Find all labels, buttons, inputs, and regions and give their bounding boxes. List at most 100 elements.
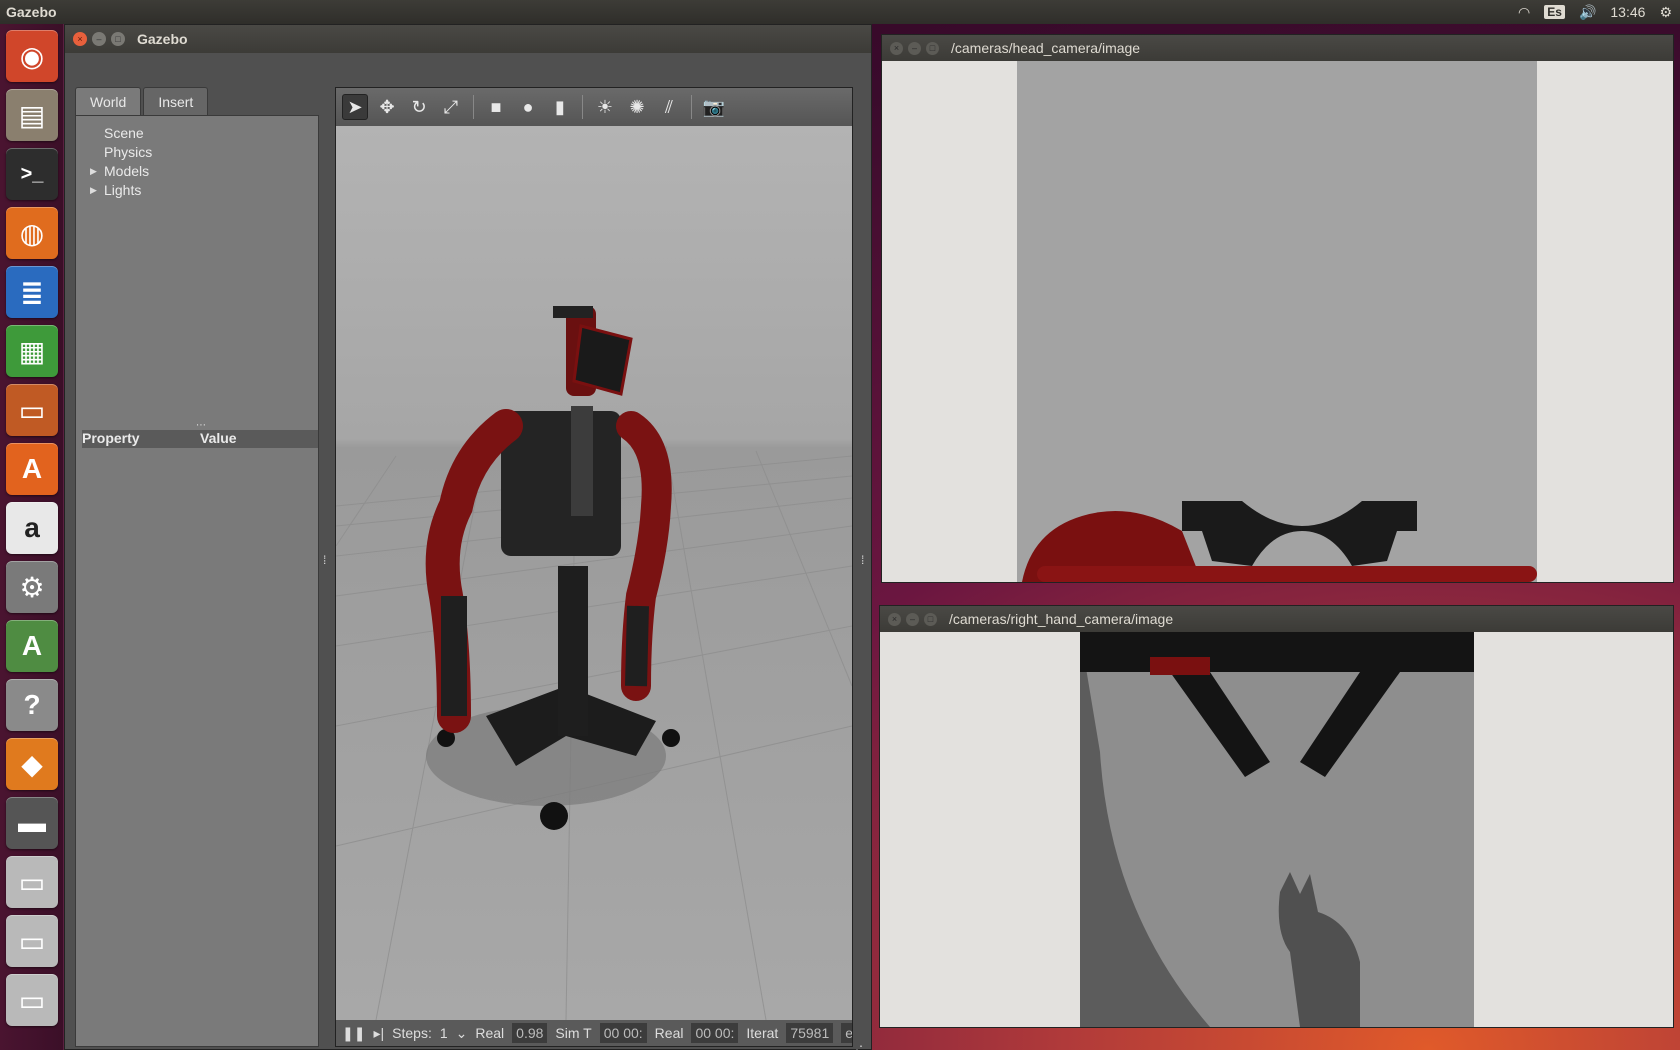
directional-light-icon[interactable]: ⫽ — [656, 94, 682, 120]
head-camera-titlebar[interactable]: × – □ /cameras/head_camera/image — [882, 35, 1673, 61]
toolbar-separator — [691, 95, 692, 119]
translate-icon[interactable]: ✥ — [374, 94, 400, 120]
tree-item-label: Models — [104, 163, 150, 179]
select-arrow-icon[interactable]: ➤ — [342, 94, 368, 120]
world-tree: Scene Physics ▶ Models ▶ Lights — [76, 116, 318, 200]
gazebo-body: World Insert Scene Physics ▶ Models ▶ Ligh… — [65, 53, 871, 1050]
sphere-icon[interactable]: ● — [515, 94, 541, 120]
launcher: ◉ ▤ >_ ◍ ≣ ▦ ▭ Aa ⚙ A? ◆ ▬ ▭ ▭ ▭ — [0, 24, 64, 1050]
real-time-factor-label: Real — [475, 1025, 505, 1041]
clock[interactable]: 13:46 — [1610, 4, 1645, 20]
tree-item-label: Scene — [104, 125, 144, 141]
system-tray: ◠ Es 🔊 13:46 ⚙ — [1518, 4, 1680, 21]
wifi-icon[interactable]: ◠ — [1518, 4, 1530, 21]
step-icon[interactable]: ▸| — [373, 1025, 384, 1042]
hand-camera-titlebar[interactable]: × – □ /cameras/right_hand_camera/image — [880, 606, 1673, 632]
launcher-firefox-icon[interactable]: ◍ — [6, 207, 58, 259]
head-camera-window: × – □ /cameras/head_camera/image — [881, 34, 1674, 583]
launcher-ubuntu-dash-icon[interactable]: ◉ — [6, 30, 58, 82]
pause-icon[interactable]: ❚❚ — [342, 1025, 365, 1042]
gazebo-window: × – □ Gazebo World Insert Scene Physics … — [64, 24, 872, 1050]
panel-tabs: World Insert — [75, 87, 319, 115]
world-tree-panel: Scene Physics ▶ Models ▶ Lights ⋯ Property… — [75, 115, 319, 1047]
sim-time-label: Sim T — [555, 1025, 592, 1041]
window-title: Gazebo — [137, 31, 188, 47]
real-time-factor-value: 0.98 — [512, 1023, 548, 1043]
sim-time-value: 00 00: — [599, 1023, 647, 1043]
expand-arrow-icon[interactable]: ▶ — [90, 162, 97, 181]
head-camera-image — [882, 61, 1673, 582]
tab-world[interactable]: World — [75, 87, 142, 115]
launcher-gazebo-icon[interactable]: ◆ — [6, 738, 58, 790]
point-light-icon[interactable]: ☀ — [592, 94, 618, 120]
property-header: Property Value — [82, 430, 318, 448]
steps-value[interactable]: 1 — [440, 1025, 448, 1041]
settings-icon[interactable]: ⚙ — [1659, 4, 1672, 21]
minimize-icon[interactable]: – — [908, 41, 921, 55]
screenshot-icon[interactable]: 📷 — [701, 94, 727, 120]
keyboard-icon[interactable]: Es — [1544, 5, 1565, 19]
spot-light-icon[interactable]: ✺ — [624, 94, 650, 120]
rotate-icon[interactable]: ↻ — [406, 94, 432, 120]
render-viewport: ➤ ✥ ↻ ⤢ ■ ● ▮ ☀ ✺ ⫽ 📷 ❚❚ ▸| Steps: 1 ⌄ R… — [335, 87, 853, 1047]
chevron-down-icon[interactable]: ⌄ — [456, 1025, 468, 1042]
launcher-impress-icon[interactable]: ▭ — [6, 384, 58, 436]
close-icon[interactable]: × — [888, 612, 901, 626]
launcher-system-settings-icon[interactable]: ⚙ — [6, 561, 58, 613]
minimize-icon[interactable]: – — [92, 32, 106, 46]
maximize-icon[interactable]: □ — [924, 612, 937, 626]
value-column-header[interactable]: Value — [200, 430, 237, 448]
toolbar-separator — [582, 95, 583, 119]
gazebo-titlebar[interactable]: × – □ Gazebo — [65, 25, 871, 53]
launcher-terminal-icon[interactable]: >_ — [6, 148, 58, 200]
property-column-header[interactable]: Property — [82, 430, 200, 448]
tree-item-models[interactable]: ▶ Models — [90, 162, 318, 181]
box-icon[interactable]: ■ — [483, 94, 509, 120]
world-panel: World Insert Scene Physics ▶ Models ▶ Ligh… — [75, 87, 319, 1047]
viewport-toolbar: ➤ ✥ ↻ ⤢ ■ ● ▮ ☀ ✺ ⫽ 📷 — [336, 88, 852, 126]
top-panel: Gazebo ◠ Es 🔊 13:46 ⚙ — [0, 0, 1680, 24]
left-splitter-handle[interactable]: ⁞ — [323, 553, 326, 567]
3d-scene[interactable] — [336, 126, 852, 1020]
status-bar: ❚❚ ▸| Steps: 1 ⌄ Real 0.98 Sim T 00 00: … — [336, 1020, 852, 1046]
hand-camera-window: × – □ /cameras/right_hand_camera/image — [879, 605, 1674, 1028]
maximize-icon[interactable]: □ — [111, 32, 125, 46]
launcher-writer-icon[interactable]: ≣ — [6, 266, 58, 318]
right-splitter-handle[interactable]: ⁞ — [861, 553, 864, 567]
launcher-drive-1-icon[interactable]: ▭ — [6, 856, 58, 908]
active-app-name: Gazebo — [6, 4, 57, 20]
launcher-files-icon[interactable]: ▤ — [6, 89, 58, 141]
scale-icon[interactable]: ⤢ — [438, 94, 464, 120]
launcher-software-center-icon[interactable]: A — [6, 443, 58, 495]
reset-button[interactable]: ese — [841, 1023, 852, 1043]
steps-label: Steps: — [392, 1025, 432, 1041]
close-icon[interactable]: × — [890, 41, 903, 55]
launcher-software-updater-icon[interactable]: A — [6, 620, 58, 672]
cylinder-icon[interactable]: ▮ — [547, 94, 573, 120]
real-time-value: 00 00: — [691, 1023, 739, 1043]
close-icon[interactable]: × — [73, 32, 87, 46]
volume-icon[interactable]: 🔊 — [1579, 4, 1596, 21]
iterations-label: Iterat — [746, 1025, 779, 1041]
tab-insert[interactable]: Insert — [143, 87, 209, 115]
tree-item-label: Lights — [104, 182, 142, 198]
tree-item-label: Physics — [104, 144, 153, 160]
window-title: /cameras/right_hand_camera/image — [949, 611, 1174, 627]
minimize-icon[interactable]: – — [906, 612, 919, 626]
launcher-calc-icon[interactable]: ▦ — [6, 325, 58, 377]
scene-render — [336, 306, 852, 1020]
tree-item-scene[interactable]: Scene — [90, 124, 318, 143]
launcher-workspace-icon[interactable]: ▬ — [6, 797, 58, 849]
launcher-drive-2-icon[interactable]: ▭ — [6, 915, 58, 967]
head-camera-render — [1017, 61, 1537, 582]
launcher-help-icon[interactable]: ? — [6, 679, 58, 731]
resize-grip-icon[interactable]: ⋰ — [851, 1043, 863, 1050]
iterations-value: 75981 — [786, 1023, 834, 1043]
launcher-amazon-icon[interactable]: a — [6, 502, 58, 554]
tree-item-physics[interactable]: Physics — [90, 143, 318, 162]
launcher-drive-3-icon[interactable]: ▭ — [6, 974, 58, 1026]
hand-camera-image — [880, 632, 1673, 1027]
maximize-icon[interactable]: □ — [926, 41, 939, 55]
tree-item-lights[interactable]: ▶ Lights — [90, 181, 318, 200]
expand-arrow-icon[interactable]: ▶ — [90, 181, 97, 200]
